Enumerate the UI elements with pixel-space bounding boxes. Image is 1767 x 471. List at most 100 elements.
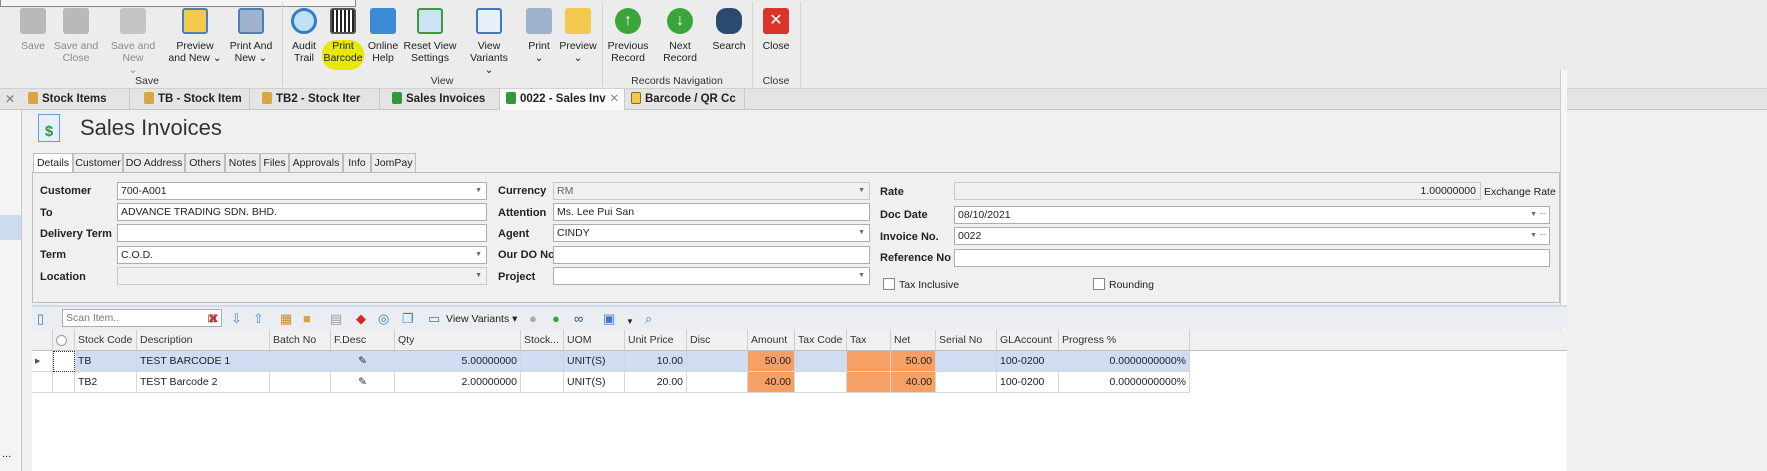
col-tax[interactable]: Tax — [847, 330, 891, 351]
cell-tax[interactable] — [847, 351, 891, 372]
reference-no-field[interactable] — [954, 249, 1550, 267]
edit-note-icon[interactable]: ✎ — [358, 355, 367, 367]
binoculars-icon[interactable]: ∞ — [574, 312, 583, 326]
preview-button[interactable]: Preview ⌄ — [558, 8, 598, 64]
save-and-close-button[interactable]: Save and Close — [52, 8, 100, 64]
col-amount[interactable]: Amount — [748, 330, 795, 351]
tab-sales-invoices[interactable]: Sales Invoices — [380, 89, 500, 110]
box-icon[interactable]: ■ — [303, 312, 311, 326]
cell-stock-code[interactable]: TB — [75, 351, 137, 372]
col-stock-code[interactable]: Stock Code — [75, 330, 137, 351]
tab-0022-sales-invoice[interactable]: 0022 - Sales Inv ✕ — [500, 89, 625, 110]
cell-batch-no[interactable] — [270, 351, 331, 372]
cell-tax[interactable] — [847, 372, 891, 393]
col-f-desc[interactable]: F.Desc — [331, 330, 395, 351]
tab-customer[interactable]: Customer — [73, 153, 123, 173]
cell-disc[interactable] — [687, 372, 748, 393]
reset-view-settings-button[interactable]: Reset View Settings — [402, 8, 458, 64]
cell-stock[interactable] — [521, 372, 564, 393]
cell-qty[interactable]: 5.00000000 — [395, 351, 521, 372]
location-select[interactable]: ▼ — [117, 267, 487, 285]
tab-jompay[interactable]: JomPay — [371, 153, 416, 173]
tax-inclusive-checkbox[interactable] — [883, 278, 895, 290]
view-variants-icon[interactable]: ▭ — [428, 312, 440, 326]
to-field[interactable]: ADVANCE TRADING SDN. BHD. — [117, 203, 487, 221]
col-disc[interactable]: Disc — [687, 330, 748, 351]
print-barcode-button[interactable]: Print Barcode — [322, 8, 364, 64]
select-all-header[interactable] — [53, 330, 75, 351]
cell-progress[interactable]: 0.0000000000% — [1059, 372, 1190, 393]
cell-stock[interactable] — [521, 351, 564, 372]
delivery-term-field[interactable] — [117, 224, 487, 242]
dropdown-arrow-icon[interactable]: ▼ — [626, 315, 634, 329]
row-select-cell[interactable] — [53, 351, 75, 372]
delete-icon[interactable]: ✕ — [208, 312, 219, 326]
cell-tax-code[interactable] — [795, 351, 847, 372]
tab-approvals[interactable]: Approvals — [289, 153, 343, 173]
print-button[interactable]: Print ⌄ — [524, 8, 554, 64]
cell-progress[interactable]: 0.0000000000% — [1059, 351, 1190, 372]
tab-do-address[interactable]: DO Address — [123, 153, 185, 173]
col-stock[interactable]: Stock... — [521, 330, 564, 351]
cell-stock-code[interactable]: TB2 — [75, 372, 137, 393]
cell-amount[interactable]: 40.00 — [748, 372, 795, 393]
move-up-icon[interactable]: ⇧ — [253, 312, 264, 326]
col-tax-code[interactable]: Tax Code — [795, 330, 847, 351]
save-button[interactable]: Save — [18, 8, 48, 52]
cell-batch-no[interactable] — [270, 372, 331, 393]
edit-note-icon[interactable]: ✎ — [358, 376, 367, 388]
view-variants-button[interactable]: View Variants ⌄ — [458, 8, 520, 76]
col-gl-account[interactable]: GLAccount — [997, 330, 1059, 351]
print-and-new-button[interactable]: Print And New ⌄ — [226, 8, 276, 64]
term-select[interactable]: C.O.D. ▼ — [117, 246, 487, 264]
rate-field[interactable]: 1.00000000 — [954, 182, 1481, 200]
cell-description[interactable]: TEST BARCODE 1 — [137, 351, 270, 372]
col-progress[interactable]: Progress % — [1059, 330, 1190, 351]
tab-stock-items[interactable]: Stock Items — [22, 89, 130, 110]
tab-barcode-qr[interactable]: Barcode / QR Cc — [625, 89, 745, 110]
preview-and-new-button[interactable]: Preview and New ⌄ — [168, 8, 222, 64]
sidebar-more[interactable]: ... — [2, 448, 11, 460]
save-and-new-button[interactable]: Save and New ⌄ — [100, 8, 166, 76]
cell-gl-account[interactable]: 100-0200 — [997, 372, 1059, 393]
cell-uom[interactable]: UNIT(S) — [564, 372, 625, 393]
col-qty[interactable]: Qty — [395, 330, 521, 351]
arrow-down-icon[interactable]: ● — [552, 312, 560, 326]
cell-net[interactable]: 40.00 — [891, 372, 936, 393]
rounding-checkbox[interactable] — [1093, 278, 1105, 290]
attention-field[interactable]: Ms. Lee Pui San — [553, 203, 870, 221]
refresh-icon[interactable]: ◎ — [378, 312, 389, 326]
tab-others[interactable]: Others — [185, 153, 225, 173]
move-down-icon[interactable]: ⇩ — [231, 312, 242, 326]
document-icon[interactable]: ▤ — [330, 312, 342, 326]
cell-amount[interactable]: 50.00 — [748, 351, 795, 372]
search-button[interactable]: Search — [710, 8, 748, 52]
project-select[interactable]: ▼ — [553, 267, 870, 285]
export-icon[interactable]: ❐ — [402, 312, 414, 326]
zoom-icon[interactable]: ⌕ — [645, 312, 652, 326]
next-record-button[interactable]: ↓ Next Record — [652, 8, 708, 64]
stock-items-icon[interactable]: ▦ — [280, 312, 292, 326]
row-select-cell[interactable] — [53, 372, 75, 393]
cell-unit-price[interactable]: 10.00 — [625, 351, 687, 372]
our-do-field[interactable] — [553, 246, 870, 264]
cell-unit-price[interactable]: 20.00 — [625, 372, 687, 393]
cell-serial-no[interactable] — [936, 351, 997, 372]
col-unit-price[interactable]: Unit Price — [625, 330, 687, 351]
cell-description[interactable]: TEST Barcode 2 — [137, 372, 270, 393]
save-layout-icon[interactable]: ▣ — [603, 312, 615, 326]
sidebar-selected-item[interactable] — [0, 215, 21, 240]
col-net[interactable]: Net — [891, 330, 936, 351]
new-row-icon[interactable]: ▯ — [37, 312, 44, 326]
cell-disc[interactable] — [687, 351, 748, 372]
invoice-no-field[interactable]: 0022 ▼ ⋯ — [954, 227, 1550, 245]
cell-qty[interactable]: 2.00000000 — [395, 372, 521, 393]
exchange-rate-link[interactable]: Exchange Rate — [1484, 186, 1556, 198]
cell-tax-code[interactable] — [795, 372, 847, 393]
tab-tb-stock-item[interactable]: TB - Stock Item — [130, 89, 250, 110]
invoice-no-picker-icon[interactable]: ▼ ⋯ — [1530, 228, 1546, 244]
col-serial-no[interactable]: Serial No — [936, 330, 997, 351]
tab-details[interactable]: Details — [33, 153, 73, 174]
cell-uom[interactable]: UNIT(S) — [564, 351, 625, 372]
cell-f-desc[interactable]: ✎ — [331, 351, 395, 372]
